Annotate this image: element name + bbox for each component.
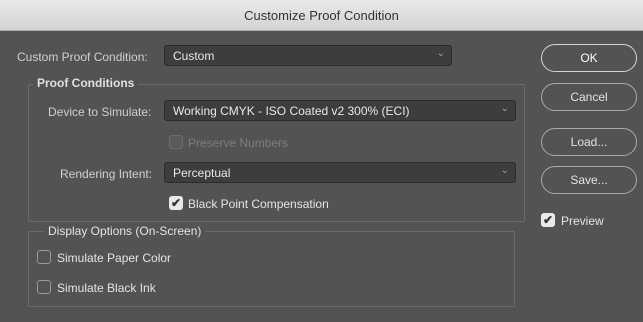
custom-condition-label: Custom Proof Condition: xyxy=(17,50,148,64)
simulate-black-ink-label: Simulate Black Ink xyxy=(57,281,156,295)
simulate-paper-color-checkbox[interactable] xyxy=(37,250,51,264)
device-value: Working CMYK - ISO Coated v2 300% (ECI) xyxy=(173,104,410,118)
display-options-group xyxy=(28,231,515,307)
window-title: Customize Proof Condition xyxy=(244,8,399,23)
title-bar[interactable]: Customize Proof Condition xyxy=(0,0,643,31)
simulate-black-ink-checkbox[interactable] xyxy=(37,280,51,294)
simulate-paper-color-label: Simulate Paper Color xyxy=(57,251,172,265)
proof-conditions-legend: Proof Conditions xyxy=(33,76,139,90)
chevron-down-icon: ⌄ xyxy=(500,165,509,176)
black-point-label: Black Point Compensation xyxy=(188,197,329,211)
preview-label: Preview xyxy=(561,214,604,228)
rendering-intent-value: Perceptual xyxy=(173,166,231,180)
rendering-intent-select[interactable]: Perceptual ⌄ xyxy=(164,162,516,183)
chevron-down-icon: ⌄ xyxy=(500,103,509,114)
black-point-checkbox[interactable]: ✔ xyxy=(169,196,183,210)
save-button[interactable]: Save... xyxy=(541,166,637,194)
device-label: Device to Simulate: xyxy=(48,105,152,119)
custom-condition-select[interactable]: Custom ⌄ xyxy=(164,45,452,66)
preserve-numbers-checkbox[interactable] xyxy=(169,135,183,149)
load-button[interactable]: Load... xyxy=(541,128,637,156)
preserve-numbers-label: Preserve Numbers xyxy=(188,136,289,150)
ok-button[interactable]: OK xyxy=(541,44,637,72)
display-options-legend: Display Options (On-Screen) xyxy=(44,224,206,238)
preview-checkbox[interactable]: ✔ xyxy=(541,213,555,227)
chevron-down-icon: ⌄ xyxy=(436,48,445,59)
device-select[interactable]: Working CMYK - ISO Coated v2 300% (ECI) … xyxy=(164,100,516,121)
custom-condition-value: Custom xyxy=(173,49,215,63)
rendering-intent-label: Rendering Intent: xyxy=(60,167,153,181)
cancel-button[interactable]: Cancel xyxy=(541,83,637,111)
